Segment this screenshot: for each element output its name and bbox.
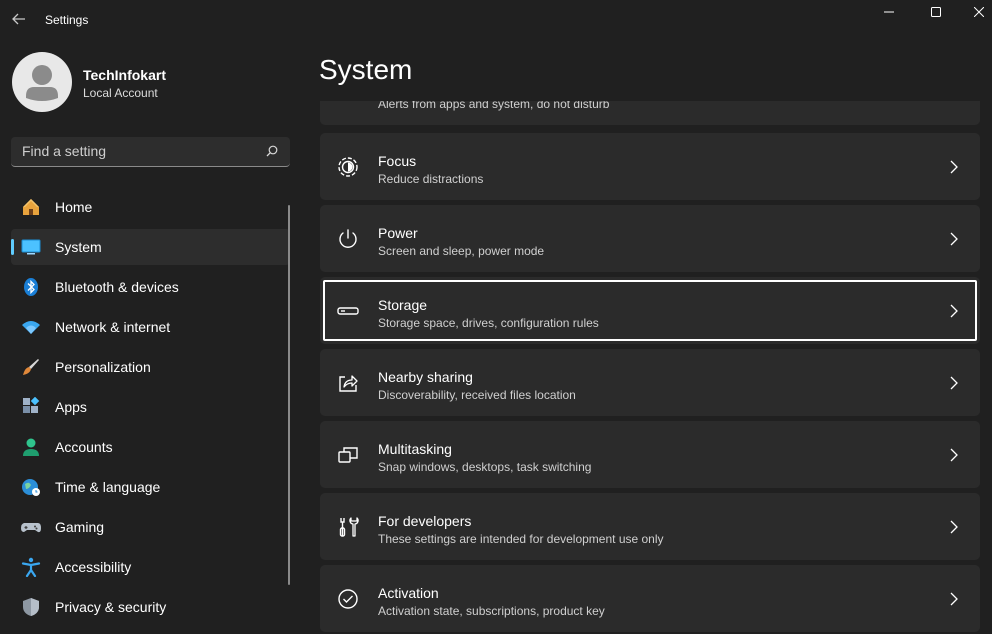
wifi-icon [21, 317, 41, 337]
chevron-right-icon [950, 448, 958, 462]
back-button[interactable] [8, 7, 30, 31]
power-icon [337, 228, 359, 250]
minimize-button[interactable] [866, 0, 912, 24]
settings-list: Alerts from apps and system, do not dist… [320, 101, 980, 634]
settings-card-nearby-sharing[interactable]: Nearby sharing Discoverability, received… [320, 349, 980, 416]
settings-card-notifications[interactable]: Alerts from apps and system, do not dist… [320, 101, 980, 125]
maximize-button[interactable] [913, 0, 959, 24]
sidebar-item-home[interactable]: Home [11, 189, 290, 225]
close-icon [974, 7, 984, 17]
system-icon [21, 237, 41, 257]
sidebar-item-accounts[interactable]: Accounts [11, 429, 290, 465]
search-input[interactable] [11, 137, 256, 165]
card-subtitle: Snap windows, desktops, task switching [378, 460, 592, 474]
selection-indicator [11, 239, 14, 255]
minimize-icon [884, 11, 894, 13]
back-arrow-icon [12, 13, 25, 25]
card-subtitle: These settings are intended for developm… [378, 532, 664, 546]
accounts-icon [21, 437, 41, 457]
sidebar-item-bluetooth-devices[interactable]: Bluetooth & devices [11, 269, 290, 305]
card-subtitle: Screen and sleep, power mode [378, 244, 545, 258]
sidebar-item-label: Personalization [55, 359, 151, 375]
home-icon [21, 197, 41, 217]
sidebar-item-label: Apps [55, 399, 87, 415]
card-subtitle: Discoverability, received files location [378, 388, 576, 402]
card-title: Multitasking [378, 441, 452, 457]
sidebar-item-time-language[interactable]: Time & language [11, 469, 290, 505]
developer-tools-icon [337, 516, 359, 538]
card-title: Nearby sharing [378, 369, 473, 385]
search-box[interactable] [11, 137, 290, 167]
sidebar-item-system[interactable]: System [11, 229, 290, 265]
bluetooth-icon [21, 277, 41, 297]
card-subtitle: Reduce distractions [378, 172, 484, 186]
sidebar-item-apps[interactable]: Apps [11, 389, 290, 425]
title-bar: Settings [0, 0, 992, 40]
multitasking-icon [337, 444, 359, 466]
chevron-right-icon [950, 232, 958, 246]
sidebar-item-label: Network & internet [55, 319, 171, 335]
card-title: Storage [378, 297, 428, 313]
user-name: TechInfokart [83, 67, 166, 83]
card-subtitle: Alerts from apps and system, do not dist… [378, 101, 610, 111]
sidebar-item-label: Privacy & security [55, 599, 167, 615]
settings-card-storage[interactable]: Storage Storage space, drives, configura… [320, 277, 980, 344]
card-title: Activation [378, 585, 439, 601]
chevron-right-icon [950, 160, 958, 174]
sidebar-item-privacy-security[interactable]: Privacy & security [11, 589, 290, 625]
gamepad-icon [21, 517, 41, 537]
chevron-right-icon [950, 304, 958, 318]
sidebar-scrollbar[interactable] [288, 205, 290, 585]
focus-icon [337, 156, 359, 178]
storage-icon [337, 300, 359, 322]
sidebar-item-label: Home [55, 199, 93, 215]
chevron-right-icon [950, 376, 958, 390]
close-button[interactable] [956, 0, 992, 24]
shield-icon [21, 597, 41, 617]
page-title: System [319, 54, 413, 85]
apps-icon [21, 397, 41, 417]
settings-card-focus[interactable]: Focus Reduce distractions [320, 133, 980, 200]
maximize-icon [931, 7, 941, 17]
search-icon[interactable] [266, 145, 278, 157]
sidebar-item-label: System [55, 239, 102, 255]
sidebar-item-network-internet[interactable]: Network & internet [11, 309, 290, 345]
settings-card-for-developers[interactable]: For developers These settings are intend… [320, 493, 980, 560]
sidebar-item-label: Accessibility [55, 559, 132, 575]
sidebar-item-accessibility[interactable]: Accessibility [11, 549, 290, 585]
globe-icon [21, 477, 41, 497]
avatar [12, 52, 72, 112]
accessibility-icon [21, 557, 41, 577]
settings-card-multitasking[interactable]: Multitasking Snap windows, desktops, tas… [320, 421, 980, 488]
sidebar-item-gaming[interactable]: Gaming [11, 509, 290, 545]
account-type: Local Account [83, 86, 158, 100]
sidebar-item-label: Bluetooth & devices [55, 279, 179, 295]
card-subtitle: Activation state, subscriptions, product… [378, 604, 605, 618]
sidebar-item-label: Gaming [55, 519, 105, 535]
chevron-right-icon [950, 520, 958, 534]
sidebar-item-label: Time & language [55, 479, 161, 495]
settings-card-activation[interactable]: Activation Activation state, subscriptio… [320, 565, 980, 632]
brush-icon [21, 357, 41, 377]
sidebar-item-label: Accounts [55, 439, 113, 455]
card-subtitle: Storage space, drives, configuration rul… [378, 316, 599, 330]
card-title: For developers [378, 513, 472, 529]
settings-card-power[interactable]: Power Screen and sleep, power mode [320, 205, 980, 272]
card-title: Power [378, 225, 418, 241]
card-title: Focus [378, 153, 417, 169]
activation-icon [337, 588, 359, 610]
sidebar-item-personalization[interactable]: Personalization [11, 349, 290, 385]
share-icon [337, 372, 359, 394]
sidebar-nav: Home System Bluetooth & devices Network … [11, 189, 290, 629]
app-title: Settings [45, 13, 89, 27]
chevron-right-icon [950, 592, 958, 606]
person-avatar-icon [26, 65, 58, 101]
